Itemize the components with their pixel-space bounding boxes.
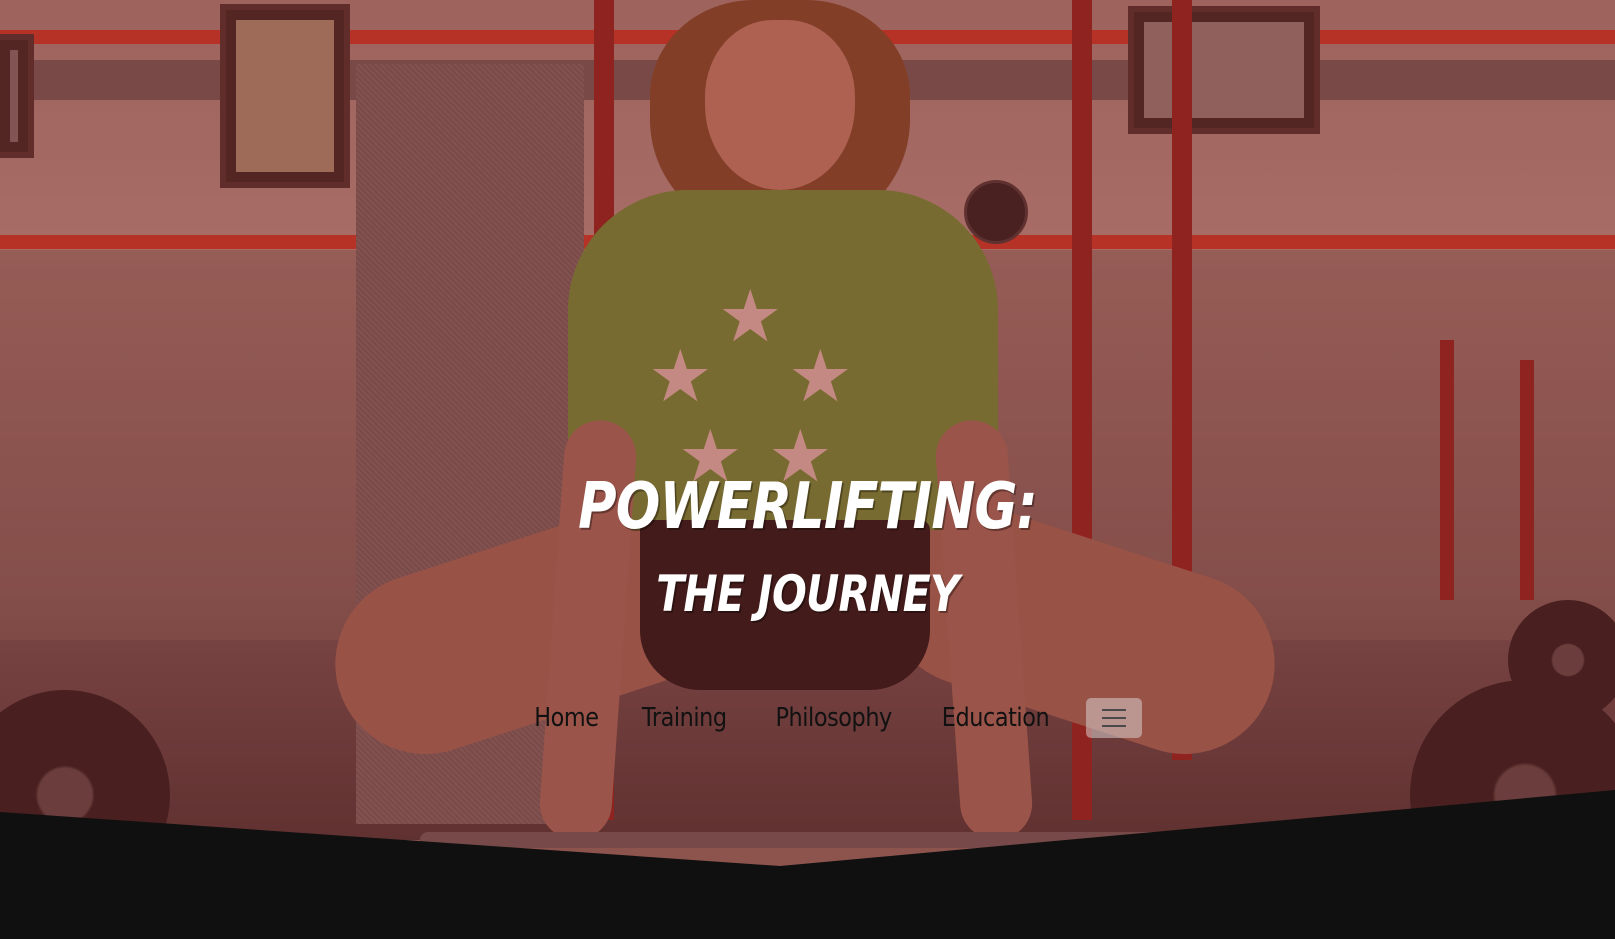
page: ★ ★ ★ ★ ★ POWERLIFTING: THE JOURNEY Home…	[0, 0, 1615, 939]
hamburger-menu-icon	[1102, 709, 1127, 711]
nav-link-education[interactable]: Education	[942, 703, 1050, 733]
nav-link-training[interactable]: Training	[642, 703, 727, 733]
nav-links: Home Training Philosophy Education	[513, 698, 1143, 738]
main-navigation: Home Training Philosophy Education	[0, 698, 1615, 738]
hero-subtitle: THE JOURNEY	[656, 565, 959, 623]
nav-link-philosophy[interactable]: Philosophy	[776, 703, 893, 733]
hero-title: POWERLIFTING:	[578, 470, 1038, 544]
hamburger-menu-icon	[1102, 725, 1127, 727]
hamburger-menu-button[interactable]	[1086, 698, 1143, 738]
hamburger-menu-icon	[1102, 717, 1127, 719]
nav-link-home[interactable]: Home	[534, 703, 599, 733]
